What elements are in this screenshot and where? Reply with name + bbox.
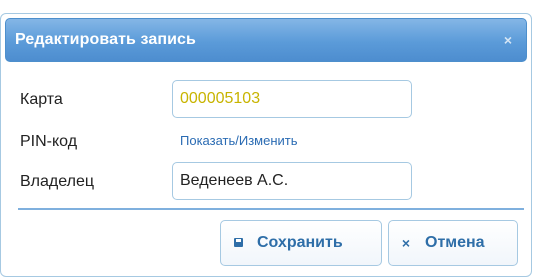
dialog-divider (18, 208, 524, 210)
cancel-button-label: Отмена (425, 234, 485, 251)
save-button-label: Сохранить (257, 234, 343, 251)
close-icon[interactable]: × (500, 32, 516, 48)
card-input[interactable] (172, 80, 412, 118)
owner-label: Владелец (20, 173, 95, 190)
card-label: Карта (20, 91, 63, 108)
owner-input[interactable] (172, 162, 412, 200)
cancel-button[interactable]: × Отмена (388, 220, 518, 266)
dialog-title: Редактировать запись (15, 31, 196, 48)
dialog-titlebar[interactable]: Редактировать запись × (5, 18, 527, 62)
close-icon: × (401, 235, 411, 251)
pin-label: PIN-код (20, 133, 78, 150)
floppy-disk-icon (231, 236, 245, 250)
pin-show-change-link[interactable]: Показать/Изменить (180, 133, 298, 148)
save-button[interactable]: Сохранить (220, 220, 382, 266)
